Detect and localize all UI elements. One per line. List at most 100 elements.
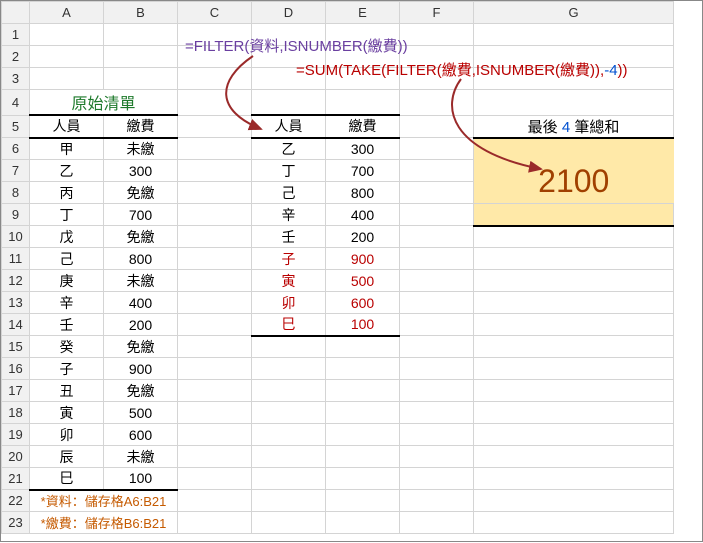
cell-G14[interactable] — [474, 314, 674, 336]
cell-F5[interactable] — [400, 115, 474, 138]
cell-C3[interactable] — [178, 68, 252, 90]
cell-A13[interactable]: 辛 — [30, 292, 104, 314]
cell-G9[interactable] — [474, 204, 674, 226]
cell-G4[interactable] — [474, 90, 674, 116]
row-header[interactable]: 9 — [2, 204, 30, 226]
cell-D14[interactable]: 巳 — [252, 314, 326, 336]
row-header[interactable]: 20 — [2, 446, 30, 468]
row-header[interactable]: 8 — [2, 182, 30, 204]
cell-D12[interactable]: 寅 — [252, 270, 326, 292]
row-header[interactable]: 23 — [2, 512, 30, 534]
corner-cell[interactable] — [2, 2, 30, 24]
cell-D11[interactable]: 子 — [252, 248, 326, 270]
cell-B2[interactable] — [104, 46, 178, 68]
cell-F12[interactable] — [400, 270, 474, 292]
cell-A10[interactable]: 戊 — [30, 226, 104, 248]
row-header[interactable]: 2 — [2, 46, 30, 68]
cell-E15[interactable] — [326, 336, 400, 358]
cell-C6[interactable] — [178, 138, 252, 160]
cell-A5[interactable]: 人員 — [30, 115, 104, 138]
cell-A21[interactable]: 巳 — [30, 468, 104, 490]
cell-B14[interactable]: 200 — [104, 314, 178, 336]
cell-B5[interactable]: 繳費 — [104, 115, 178, 138]
cell-D15[interactable] — [252, 336, 326, 358]
cell-G22[interactable] — [474, 490, 674, 512]
cell-A23[interactable]: *繳費：儲存格B6:B21 — [30, 512, 178, 534]
cell-A16[interactable]: 子 — [30, 358, 104, 380]
cell-C5[interactable] — [178, 115, 252, 138]
cell-B19[interactable]: 600 — [104, 424, 178, 446]
cell-G6[interactable] — [474, 138, 674, 160]
cell-E23[interactable] — [326, 512, 400, 534]
cell-D8[interactable]: 己 — [252, 182, 326, 204]
row-header[interactable]: 10 — [2, 226, 30, 248]
col-header[interactable]: B — [104, 2, 178, 24]
cell-B7[interactable]: 300 — [104, 160, 178, 182]
cell-B15[interactable]: 免繳 — [104, 336, 178, 358]
cell-C12[interactable] — [178, 270, 252, 292]
cell-C17[interactable] — [178, 380, 252, 402]
cell-C11[interactable] — [178, 248, 252, 270]
cell-E17[interactable] — [326, 380, 400, 402]
cell-F18[interactable] — [400, 402, 474, 424]
cell-C18[interactable] — [178, 402, 252, 424]
row-header[interactable]: 16 — [2, 358, 30, 380]
cell-D16[interactable] — [252, 358, 326, 380]
cell-E19[interactable] — [326, 424, 400, 446]
cell-B11[interactable]: 800 — [104, 248, 178, 270]
cell-G19[interactable] — [474, 424, 674, 446]
cell-G21[interactable] — [474, 468, 674, 490]
cell-G23[interactable] — [474, 512, 674, 534]
col-header[interactable]: A — [30, 2, 104, 24]
cell-D23[interactable] — [252, 512, 326, 534]
cell-E21[interactable] — [326, 468, 400, 490]
cell-C4[interactable] — [178, 90, 252, 116]
cell-G1[interactable] — [474, 24, 674, 46]
cell-F10[interactable] — [400, 226, 474, 248]
cell-G11[interactable] — [474, 248, 674, 270]
cell-G17[interactable] — [474, 380, 674, 402]
cell-C10[interactable] — [178, 226, 252, 248]
cell-E11[interactable]: 900 — [326, 248, 400, 270]
cell-C21[interactable] — [178, 468, 252, 490]
row-header[interactable]: 18 — [2, 402, 30, 424]
cell-F15[interactable] — [400, 336, 474, 358]
cell-F14[interactable] — [400, 314, 474, 336]
row-header[interactable]: 14 — [2, 314, 30, 336]
cell-E7[interactable]: 700 — [326, 160, 400, 182]
cell-D4[interactable] — [252, 90, 326, 116]
row-header[interactable]: 7 — [2, 160, 30, 182]
row-header[interactable]: 5 — [2, 115, 30, 138]
cell-A8[interactable]: 丙 — [30, 182, 104, 204]
row-header[interactable]: 3 — [2, 68, 30, 90]
row-header[interactable]: 1 — [2, 24, 30, 46]
cell-F21[interactable] — [400, 468, 474, 490]
cell-F4[interactable] — [400, 90, 474, 116]
cell-C22[interactable] — [178, 490, 252, 512]
cell-E12[interactable]: 500 — [326, 270, 400, 292]
cell-A9[interactable]: 丁 — [30, 204, 104, 226]
cell-A7[interactable]: 乙 — [30, 160, 104, 182]
cell-C14[interactable] — [178, 314, 252, 336]
row-header[interactable]: 12 — [2, 270, 30, 292]
cell-C23[interactable] — [178, 512, 252, 534]
cell-F11[interactable] — [400, 248, 474, 270]
cell-F9[interactable] — [400, 204, 474, 226]
cell-D5[interactable]: 人員 — [252, 115, 326, 138]
row-header[interactable]: 22 — [2, 490, 30, 512]
cell-D20[interactable] — [252, 446, 326, 468]
col-header[interactable]: F — [400, 2, 474, 24]
cell-B21[interactable]: 100 — [104, 468, 178, 490]
cell-C20[interactable] — [178, 446, 252, 468]
cell-B8[interactable]: 免繳 — [104, 182, 178, 204]
cell-B17[interactable]: 免繳 — [104, 380, 178, 402]
cell-G5[interactable]: 最後 4 筆總和 — [474, 115, 674, 138]
cell-G16[interactable] — [474, 358, 674, 380]
col-header[interactable]: C — [178, 2, 252, 24]
cell-F13[interactable] — [400, 292, 474, 314]
cell-B6[interactable]: 未繳 — [104, 138, 178, 160]
row-header[interactable]: 17 — [2, 380, 30, 402]
cell-D6[interactable]: 乙 — [252, 138, 326, 160]
cell-E8[interactable]: 800 — [326, 182, 400, 204]
cell-C9[interactable] — [178, 204, 252, 226]
